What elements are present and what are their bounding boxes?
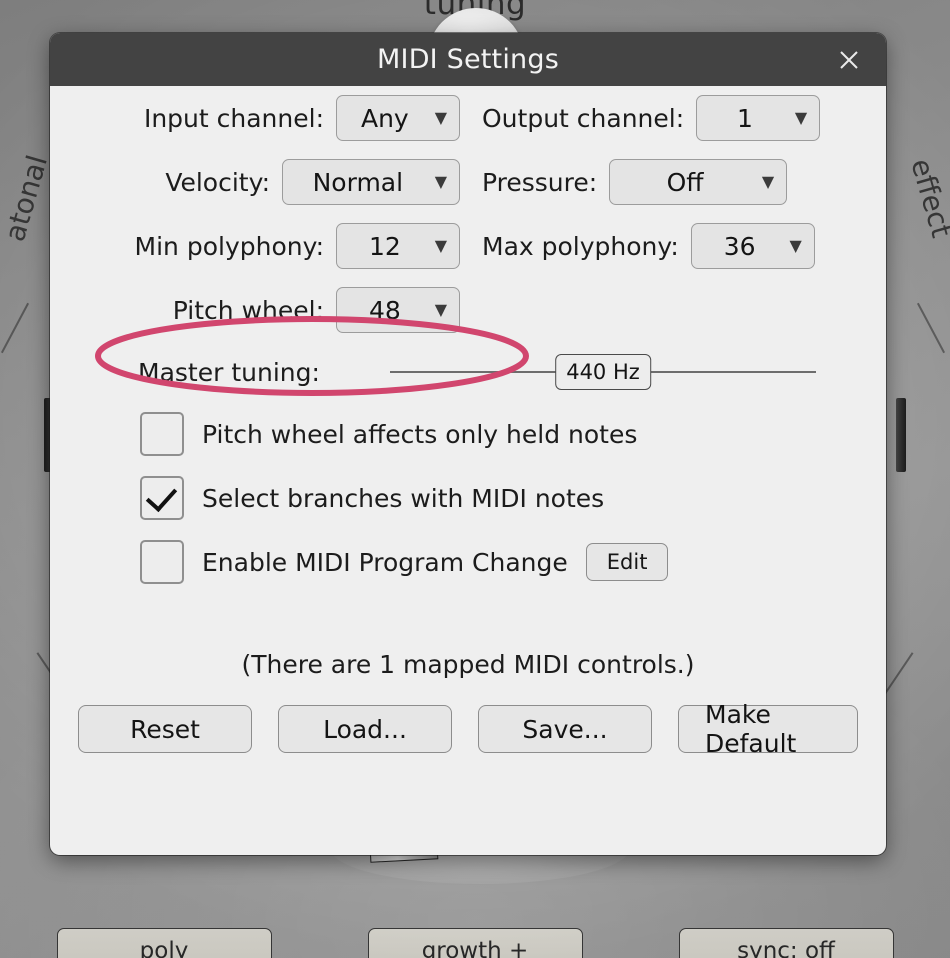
load-button[interactable]: Load...	[278, 705, 452, 753]
synth-button-row: poly growth + sync: off	[0, 928, 950, 958]
close-icon[interactable]	[826, 33, 872, 86]
panel-slat-right	[896, 398, 906, 472]
dropdown-velocity-value: Normal	[312, 167, 404, 197]
chevron-down-icon: ▼	[434, 172, 447, 191]
checkbox-program-change[interactable]	[140, 540, 184, 584]
dropdown-max-polyphony[interactable]: 36 ▼	[690, 223, 815, 269]
chevron-down-icon: ▼	[434, 108, 447, 127]
chevron-down-icon: ▼	[434, 236, 447, 255]
synth-button-growth[interactable]: growth +	[367, 928, 583, 958]
field-velocity: Velocity: Normal ▼	[78, 159, 460, 205]
dial-label-effect: effect	[904, 154, 950, 242]
row-pitch-wheel: Pitch wheel: 48 ▼	[78, 278, 858, 342]
dropdown-velocity[interactable]: Normal ▼	[282, 159, 460, 205]
dial-label-atonal: atonal	[0, 151, 54, 246]
row-checkbox-select-branches: Select branches with MIDI notes	[78, 466, 858, 530]
synth-button-sync[interactable]: sync: off	[678, 928, 894, 958]
label-input-channel: Input channel:	[143, 103, 324, 133]
dial-tick-left-upper	[0, 302, 30, 354]
dialog-title: MIDI Settings	[377, 44, 559, 75]
row-checkbox-program-change: Enable MIDI Program Change Edit	[78, 530, 858, 594]
dropdown-input-channel-value: Any	[360, 103, 409, 133]
dialog-titlebar: MIDI Settings	[50, 33, 886, 86]
field-input-channel: Input channel: Any ▼	[78, 95, 460, 141]
checkbox-pitch-wheel-held[interactable]	[140, 412, 184, 456]
label-select-branches: Select branches with MIDI notes	[202, 483, 605, 513]
label-master-tuning: Master tuning:	[138, 357, 320, 387]
dialog-footer: Reset Load... Save... Make Default	[78, 700, 858, 758]
checkbox-select-branches[interactable]	[140, 476, 184, 520]
field-output-channel: Output channel: 1 ▼	[460, 95, 858, 141]
dialog-body: Input channel: Any ▼ Output channel: 1 ▼	[50, 86, 886, 855]
mapped-controls-status: (There are 1 mapped MIDI controls.)	[241, 650, 695, 679]
field-max-polyphony: Max polyphony: 36 ▼	[460, 223, 858, 269]
synth-button-poly[interactable]: poly	[56, 928, 272, 958]
dropdown-pressure[interactable]: Off ▼	[609, 159, 788, 205]
dropdown-min-polyphony-value: 12	[368, 231, 401, 261]
row-channels: Input channel: Any ▼ Output channel: 1 ▼	[78, 86, 858, 150]
row-velocity-pressure: Velocity: Normal ▼ Pressure: Off ▼	[78, 150, 858, 214]
label-pitch-wheel: Pitch wheel:	[172, 295, 324, 325]
slider-handle[interactable]: 440 Hz	[555, 354, 651, 390]
screen: tuning atonal effect poly growth + sync:…	[0, 0, 950, 958]
label-pressure: Pressure:	[482, 167, 598, 197]
save-button[interactable]: Save...	[478, 705, 652, 753]
dropdown-pitch-wheel-value: 48	[368, 295, 401, 325]
label-max-polyphony: Max polyphony:	[482, 231, 679, 261]
dial-tick-right-upper	[916, 302, 946, 354]
label-min-polyphony: Min polyphony:	[134, 231, 324, 261]
dropdown-pressure-value: Off	[666, 167, 704, 197]
dropdown-output-channel-value: 1	[737, 103, 753, 133]
dropdown-input-channel[interactable]: Any ▼	[336, 95, 460, 141]
row-master-tuning: Master tuning: 440 Hz	[78, 342, 858, 402]
label-program-change: Enable MIDI Program Change	[202, 547, 568, 577]
dropdown-output-channel[interactable]: 1 ▼	[696, 95, 821, 141]
slider-master-tuning[interactable]: 440 Hz	[390, 352, 816, 392]
field-min-polyphony: Min polyphony: 12 ▼	[78, 223, 460, 269]
midi-settings-dialog: MIDI Settings Input channel: Any ▼ Outpu…	[50, 33, 886, 855]
label-output-channel: Output channel:	[482, 103, 685, 133]
chevron-down-icon: ▼	[761, 172, 775, 191]
field-pitch-wheel: Pitch wheel: 48 ▼	[78, 287, 460, 333]
reset-button[interactable]: Reset	[78, 705, 252, 753]
row-polyphony: Min polyphony: 12 ▼ Max polyphony: 36 ▼	[78, 214, 858, 278]
chevron-down-icon: ▼	[434, 300, 447, 319]
edit-program-change-button[interactable]: Edit	[585, 543, 669, 581]
make-default-button[interactable]: Make Default	[678, 700, 858, 758]
dropdown-max-polyphony-value: 36	[723, 231, 756, 261]
field-pressure: Pressure: Off ▼	[460, 159, 858, 205]
chevron-down-icon: ▼	[789, 236, 802, 255]
dropdown-min-polyphony[interactable]: 12 ▼	[336, 223, 460, 269]
label-pitch-wheel-held: Pitch wheel affects only held notes	[202, 419, 638, 449]
label-velocity: Velocity:	[165, 167, 270, 197]
row-checkbox-pitch-wheel-held: Pitch wheel affects only held notes	[78, 402, 858, 466]
chevron-down-icon: ▼	[794, 108, 808, 127]
dropdown-pitch-wheel[interactable]: 48 ▼	[336, 287, 460, 333]
